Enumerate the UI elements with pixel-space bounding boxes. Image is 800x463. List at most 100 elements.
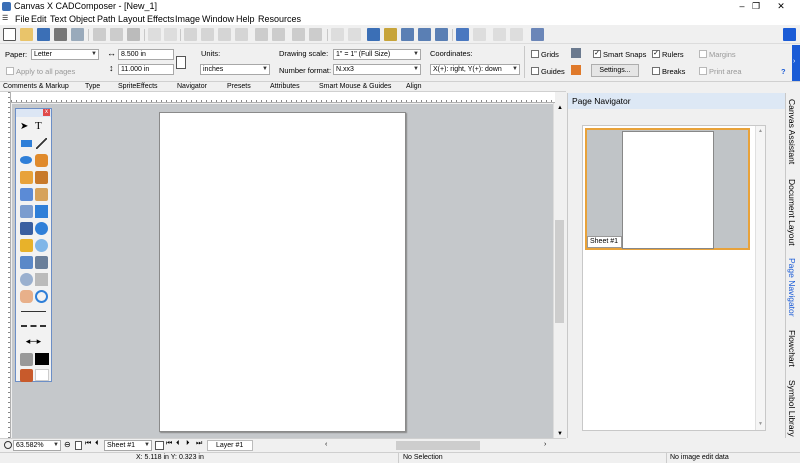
first-layer-icon[interactable]: ⏮ bbox=[166, 440, 172, 448]
tab-align[interactable]: Align bbox=[406, 82, 422, 91]
zoom-out-icon[interactable]: ⊖ bbox=[64, 440, 71, 449]
combine-icon[interactable] bbox=[292, 28, 305, 41]
drawing-scale-select[interactable]: 1" = 1" (Full Size) ▼ bbox=[333, 49, 421, 60]
height-input[interactable]: 11.000 in bbox=[118, 64, 174, 75]
menu-object[interactable]: Object bbox=[69, 13, 95, 25]
toolbox-close-icon[interactable]: x bbox=[43, 109, 50, 116]
menu-effects[interactable]: Effects bbox=[147, 13, 174, 25]
first-page-icon[interactable]: ⏮ bbox=[85, 440, 91, 448]
tab-spriteeffects[interactable]: SpriteEffects bbox=[118, 82, 158, 91]
sheet-select[interactable]: Sheet #1 ▼ bbox=[104, 440, 152, 451]
tab-attributes[interactable]: Attributes bbox=[270, 82, 300, 91]
eyedropper-tool-icon[interactable] bbox=[20, 188, 33, 201]
page-orientation-icon[interactable] bbox=[176, 56, 186, 69]
print-icon[interactable] bbox=[54, 28, 67, 41]
eraser-tool-icon[interactable] bbox=[35, 188, 48, 201]
side-tab-page-navigator[interactable]: Page Navigator bbox=[787, 258, 797, 317]
arrow-select-tool-icon[interactable]: ➤ bbox=[20, 120, 33, 133]
grid-settings-icon[interactable] bbox=[571, 48, 581, 58]
rulers-checkbox[interactable]: ✓ bbox=[652, 50, 660, 58]
print-preview-icon[interactable] bbox=[71, 28, 84, 41]
cut-icon[interactable] bbox=[93, 28, 106, 41]
gear-icon[interactable] bbox=[384, 28, 397, 41]
document-page[interactable] bbox=[159, 112, 406, 432]
side-tab-document-layout[interactable]: Document Layout bbox=[787, 179, 797, 246]
guides-checkbox[interactable] bbox=[531, 67, 539, 75]
scroll-down-icon[interactable]: ▼ bbox=[557, 431, 563, 437]
prev-layer-icon[interactable]: ⏴ bbox=[176, 440, 180, 448]
open-folder-icon[interactable] bbox=[20, 28, 33, 41]
sheets-icon[interactable] bbox=[155, 441, 164, 450]
vertical-scrollbar[interactable]: ▲ ▼ bbox=[553, 103, 565, 440]
side-tab-flowchart[interactable]: Flowchart bbox=[787, 330, 797, 367]
send-backward-icon[interactable] bbox=[201, 28, 214, 41]
settings-button[interactable]: Settings... bbox=[591, 64, 639, 77]
unlock-icon[interactable] bbox=[348, 28, 361, 41]
line-weight-icon[interactable] bbox=[21, 311, 46, 312]
undo-icon[interactable] bbox=[148, 28, 161, 41]
path-tool-icon[interactable] bbox=[20, 205, 33, 218]
tab-comments-markup[interactable]: Comments & Markup bbox=[3, 82, 69, 91]
pencil-tool-icon[interactable] bbox=[20, 171, 33, 184]
sheet-thumbnail[interactable]: Sheet #1 bbox=[585, 128, 750, 250]
side-tab-symbol-library[interactable]: Symbol Library bbox=[787, 380, 797, 437]
snapshot-icon[interactable] bbox=[401, 28, 414, 41]
menu-layout[interactable]: Layout bbox=[118, 13, 145, 25]
window-icon[interactable] bbox=[531, 28, 544, 41]
save-icon[interactable] bbox=[37, 28, 50, 41]
navigator-view[interactable]: Sheet #1 ▲ ▼ bbox=[582, 125, 766, 431]
menu-image[interactable]: Image bbox=[175, 13, 200, 25]
lock-icon[interactable] bbox=[331, 28, 344, 41]
menu-text[interactable]: Text bbox=[50, 13, 67, 25]
menu-resources[interactable]: Resources bbox=[258, 13, 301, 25]
text-tool-icon[interactable]: T bbox=[35, 120, 48, 133]
menu-help[interactable]: Help bbox=[236, 13, 255, 25]
brush-tool-icon[interactable] bbox=[35, 171, 48, 184]
tab-type[interactable]: Type bbox=[85, 82, 100, 91]
drawing-workspace[interactable]: x ➤ T ◂─▸ bbox=[12, 104, 553, 438]
split-icon[interactable] bbox=[309, 28, 322, 41]
layer-tab[interactable]: Layer #1 bbox=[207, 440, 253, 451]
units-select[interactable]: inches ▼ bbox=[200, 64, 270, 75]
stroke-color-swatch[interactable] bbox=[35, 353, 49, 365]
monitor-icon[interactable] bbox=[473, 28, 486, 41]
horizontal-scroll-thumb[interactable] bbox=[396, 441, 480, 450]
navigator-scrollbar[interactable]: ▲ ▼ bbox=[755, 126, 765, 430]
scroll-right-icon[interactable]: › bbox=[544, 441, 546, 448]
lasso-tool-icon[interactable] bbox=[20, 273, 33, 286]
redo-icon[interactable] bbox=[164, 28, 177, 41]
guides-color-icon[interactable] bbox=[571, 65, 581, 75]
tab-presets[interactable]: Presets bbox=[227, 82, 251, 91]
rectangle-tool-icon[interactable] bbox=[21, 140, 32, 147]
help-icon[interactable]: ? bbox=[781, 67, 786, 76]
zoom-select[interactable]: 63.582% ▼ bbox=[13, 440, 61, 451]
zoom-tool-icon[interactable] bbox=[35, 290, 48, 303]
group-icon[interactable] bbox=[255, 28, 268, 41]
pen-tool-icon[interactable] bbox=[35, 154, 48, 167]
panel-expand-tab[interactable]: › bbox=[792, 45, 800, 81]
canvas-logo-icon[interactable] bbox=[783, 28, 796, 41]
bring-to-front-icon[interactable] bbox=[218, 28, 231, 41]
stroke-pen-icon[interactable] bbox=[20, 353, 33, 366]
next-layer-icon[interactable]: ⏵ bbox=[186, 440, 190, 448]
prev-page-icon[interactable]: ⏴ bbox=[95, 440, 99, 448]
image-tool-icon[interactable] bbox=[20, 256, 33, 269]
vertical-scroll-thumb[interactable] bbox=[555, 220, 564, 323]
apply-all-checkbox[interactable] bbox=[6, 67, 14, 75]
paste-icon[interactable] bbox=[127, 28, 140, 41]
tab-smart-mouse-guides[interactable]: Smart Mouse & Guides bbox=[319, 82, 391, 91]
tab-navigator[interactable]: Navigator bbox=[177, 82, 207, 91]
paint-bucket-tool-icon[interactable] bbox=[20, 222, 33, 235]
arrowheads-icon[interactable]: ◂─▸ bbox=[21, 337, 46, 346]
grids-checkbox[interactable] bbox=[531, 50, 539, 58]
line-tool-icon[interactable] bbox=[36, 138, 47, 149]
system-menu-icon[interactable]: ☰ bbox=[2, 15, 10, 23]
side-tab-canvas-assistant[interactable]: Canvas Assistant bbox=[787, 99, 797, 164]
fit-page-icon[interactable] bbox=[418, 28, 431, 41]
line-style-icon[interactable] bbox=[21, 325, 46, 327]
marker-tool-icon[interactable] bbox=[35, 222, 48, 235]
fill-bucket-icon[interactable] bbox=[20, 369, 33, 382]
print-area-checkbox[interactable] bbox=[699, 67, 707, 75]
menu-window[interactable]: Window bbox=[202, 13, 234, 25]
menu-file[interactable]: File bbox=[15, 13, 30, 25]
